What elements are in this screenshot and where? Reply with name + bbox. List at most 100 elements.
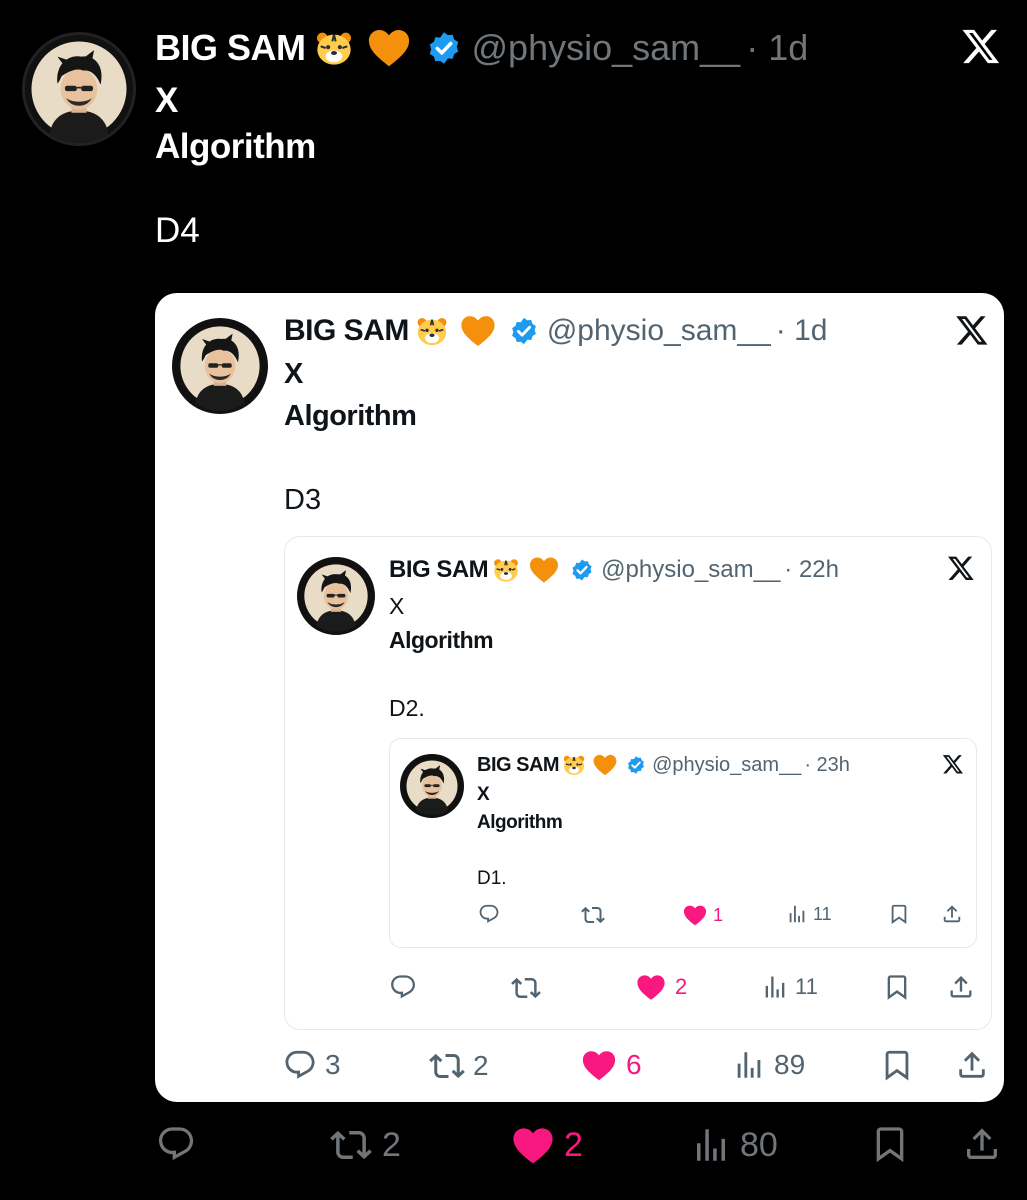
tweet-line-x: X (477, 784, 490, 805)
like-count: 2 (564, 1125, 583, 1164)
display-name[interactable]: BIG SAM (284, 314, 409, 348)
like-button[interactable]: 1 (682, 902, 723, 928)
tweet-text: X Algorithm D2. (389, 589, 494, 725)
view-count: 80 (740, 1125, 778, 1164)
view-count: 11 (813, 903, 832, 924)
views-button[interactable]: 11 (761, 973, 818, 1001)
repost-button[interactable] (511, 973, 541, 1003)
like-button[interactable]: 6 (580, 1046, 642, 1084)
avatar[interactable] (172, 318, 268, 414)
liked-heart-icon (510, 1122, 556, 1168)
reply-button[interactable] (156, 1124, 196, 1164)
tiger-emoji (492, 556, 520, 584)
x-logo-icon (942, 753, 964, 775)
tiger-emoji (562, 753, 586, 777)
tweet-line-x: X (389, 593, 405, 619)
share-button[interactable] (962, 1124, 1002, 1164)
verified-badge-icon (509, 316, 539, 346)
share-icon (955, 1048, 989, 1082)
liked-heart-icon (682, 902, 708, 928)
like-button[interactable]: 2 (510, 1122, 583, 1168)
bookmark-button[interactable] (888, 903, 910, 925)
display-name[interactable]: BIG SAM (389, 556, 489, 584)
like-button[interactable]: 2 (635, 971, 687, 1003)
timestamp[interactable]: · 22h (784, 556, 839, 584)
bookmark-button[interactable] (880, 1048, 914, 1082)
user-handle[interactable]: @physio_sam__ (472, 27, 741, 69)
reply-icon (283, 1048, 317, 1082)
bookmark-button[interactable] (870, 1124, 910, 1164)
share-icon (941, 903, 963, 925)
x-logo-icon (955, 313, 989, 347)
views-button[interactable]: 80 (690, 1124, 778, 1166)
orange-heart-emoji (528, 554, 560, 586)
repost-icon (330, 1124, 372, 1166)
reply-button[interactable] (389, 973, 417, 1001)
share-button[interactable] (947, 973, 975, 1001)
tweet-line-algorithm: Algorithm (284, 400, 417, 432)
avatar[interactable] (297, 557, 375, 635)
views-button[interactable]: 89 (732, 1048, 805, 1082)
tweet-header: BIG SAM @physio_sam__ · 23h (477, 751, 850, 779)
repost-count: 2 (382, 1125, 401, 1164)
orange-heart-emoji (366, 25, 412, 71)
tweet-line-x: X (155, 81, 178, 120)
reply-button[interactable]: 3 (283, 1048, 341, 1082)
quoted-tweet-d2[interactable]: BIG SAM @physio_sam__ · 22h X Algorithm … (284, 536, 992, 1030)
reply-icon (156, 1124, 196, 1164)
tweet-line-x: X (284, 358, 303, 390)
user-handle[interactable]: @physio_sam__ (652, 754, 801, 777)
timestamp[interactable]: · 1d (776, 314, 828, 348)
timestamp[interactable]: · 1d (746, 27, 808, 69)
tweet-body: D1. (477, 868, 507, 889)
avatar-image (403, 757, 461, 815)
tweet-header: BIG SAM @physio_sam__ · 1d (284, 311, 827, 351)
quoted-tweet-d1[interactable]: BIG SAM @physio_sam__ · 23h X Algorithm … (389, 738, 977, 948)
liked-heart-icon (635, 971, 667, 1003)
display-name[interactable]: BIG SAM (155, 27, 306, 69)
bookmark-button[interactable] (883, 973, 911, 1001)
tweet-body: D2. (389, 695, 425, 721)
views-icon (786, 903, 808, 925)
views-button[interactable]: 11 (786, 903, 832, 925)
repost-button[interactable] (581, 903, 605, 927)
reply-icon (478, 903, 500, 925)
views-icon (732, 1048, 766, 1082)
repost-button[interactable]: 2 (429, 1048, 489, 1084)
reply-icon (389, 973, 417, 1001)
timestamp[interactable]: · 23h (804, 754, 850, 777)
repost-count: 2 (473, 1050, 489, 1081)
user-handle[interactable]: @physio_sam__ (547, 314, 771, 348)
view-count: 89 (774, 1049, 806, 1080)
display-name[interactable]: BIG SAM (477, 754, 560, 777)
like-count: 2 (675, 974, 688, 999)
share-button[interactable] (955, 1048, 989, 1082)
like-count: 6 (626, 1049, 642, 1080)
verified-badge-icon (626, 755, 646, 775)
avatar[interactable] (400, 754, 464, 818)
avatar-image (300, 560, 372, 632)
tweet-body: D4 (155, 211, 200, 250)
tweet-text: X Algorithm D1. (477, 781, 563, 893)
user-handle[interactable]: @physio_sam__ (601, 556, 780, 584)
verified-badge-icon (426, 30, 462, 66)
bookmark-icon (888, 903, 910, 925)
tweet-text: X Algorithm D3 (284, 353, 417, 521)
view-count: 11 (795, 974, 818, 999)
bookmark-icon (880, 1048, 914, 1082)
repost-button[interactable]: 2 (330, 1124, 401, 1166)
repost-icon (581, 903, 605, 927)
repost-icon (429, 1048, 465, 1084)
tweet-line-algorithm: Algorithm (477, 812, 563, 833)
reply-button[interactable] (478, 903, 500, 925)
avatar[interactable] (22, 32, 136, 146)
bookmark-icon (870, 1124, 910, 1164)
share-button[interactable] (941, 903, 963, 925)
bookmark-icon (883, 973, 911, 1001)
avatar-image (175, 321, 265, 411)
avatar-image (25, 35, 133, 143)
views-icon (690, 1124, 732, 1166)
tiger-emoji (314, 28, 354, 68)
quoted-tweet-d3[interactable]: BIG SAM @physio_sam__ · 1d X Algorithm D… (155, 293, 1004, 1102)
verified-badge-icon (570, 558, 594, 582)
